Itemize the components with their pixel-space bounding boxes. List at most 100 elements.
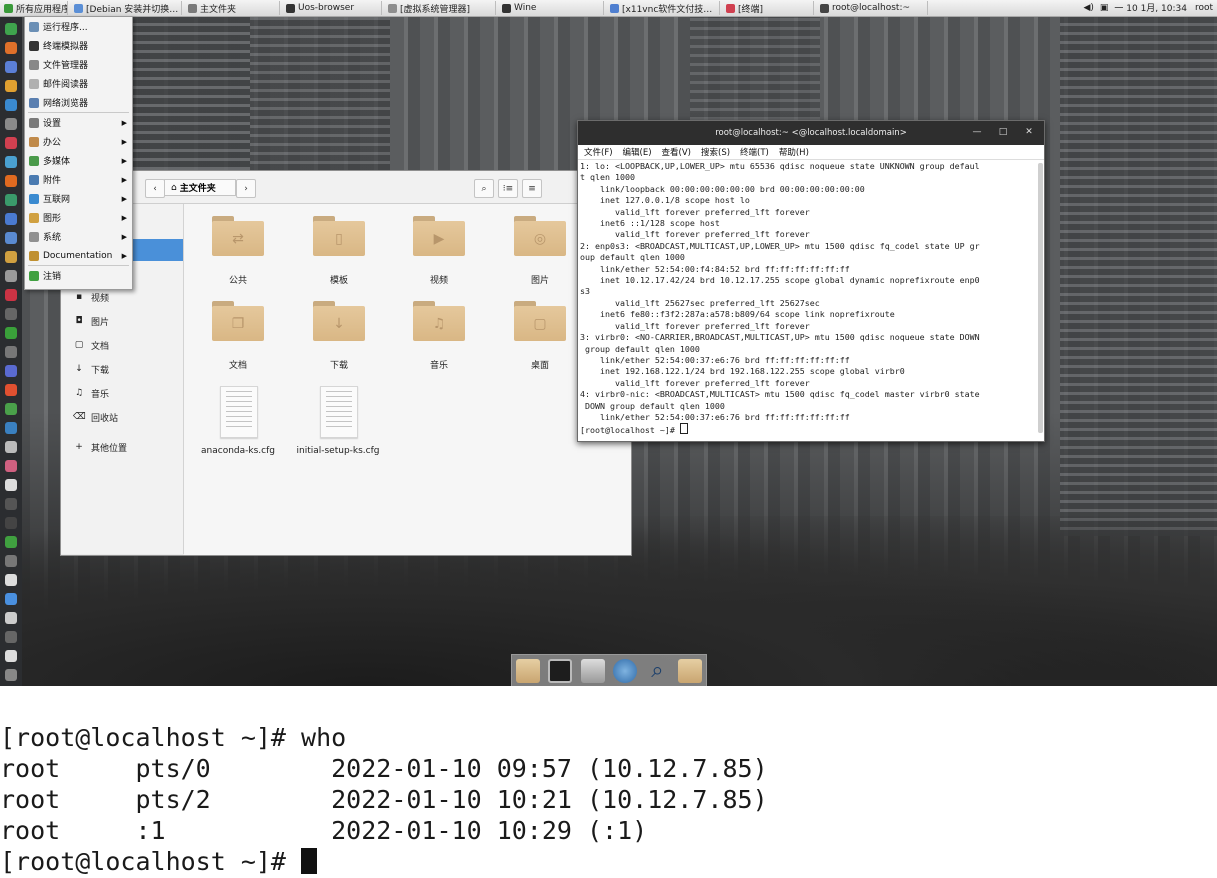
dock-app-icon[interactable]: [5, 612, 17, 624]
taskbar-item[interactable]: [虚拟系统管理器]: [384, 1, 496, 15]
folder-icon[interactable]: ◎: [514, 216, 566, 256]
dock-app-icon[interactable]: [5, 555, 17, 567]
dock-app-icon[interactable]: [5, 498, 17, 510]
dock-app-icon[interactable]: [5, 80, 17, 92]
app-menu-item[interactable]: 注销: [25, 266, 132, 285]
dock-app-icon[interactable]: [5, 441, 17, 453]
battery-icon[interactable]: ▣: [1100, 3, 1109, 13]
dock-app-icon[interactable]: [5, 403, 17, 415]
folder-icon[interactable]: ▶: [413, 216, 465, 256]
folder-icon[interactable]: ▯: [313, 216, 365, 256]
app-menu-item[interactable]: 互联网 ▶: [25, 189, 132, 208]
folder-label[interactable]: 公共: [188, 273, 288, 286]
dock-app-icon[interactable]: [5, 156, 17, 168]
sidebar-item[interactable]: ◘ 图片: [61, 309, 183, 333]
dock-app-icon[interactable]: [5, 365, 17, 377]
file-icon[interactable]: [220, 386, 258, 438]
dock-app-icon[interactable]: [5, 574, 17, 586]
folder-label[interactable]: 文档: [188, 358, 288, 371]
dock-app-icon[interactable]: [5, 194, 17, 206]
dock-app-icon[interactable]: [5, 346, 17, 358]
terminal-menu-item[interactable]: 搜索(S): [701, 146, 730, 158]
dock-app-icon[interactable]: [5, 61, 17, 73]
dock-app-icon[interactable]: [5, 175, 17, 187]
dock-app-icon[interactable]: [5, 327, 17, 339]
terminal-menu-item[interactable]: 文件(F): [584, 146, 613, 158]
dock-app-icon[interactable]: [5, 137, 17, 149]
app-menu-item[interactable]: 图形 ▶: [25, 208, 132, 227]
dock-app-icon[interactable]: [5, 669, 17, 681]
dock-app-icon[interactable]: [5, 23, 17, 35]
file-icon[interactable]: [320, 386, 358, 438]
dock-app-icon[interactable]: [5, 308, 17, 320]
app-menu-item[interactable]: Documentation ▶: [25, 246, 132, 265]
web-browser-icon[interactable]: [613, 659, 638, 683]
dock-app-icon[interactable]: [5, 270, 17, 282]
app-menu-item[interactable]: 办公 ▶: [25, 132, 132, 151]
search-icon[interactable]: ⌕: [645, 659, 669, 683]
folder-label[interactable]: 图片: [490, 273, 590, 286]
folder-label[interactable]: 桌面: [490, 358, 590, 371]
taskbar-item[interactable]: Wine: [498, 1, 604, 15]
taskbar-item[interactable]: 主文件夹: [184, 1, 280, 15]
file-label[interactable]: initial-setup-ks.cfg: [288, 446, 388, 456]
app-menu-item[interactable]: 网络浏览器: [25, 93, 132, 112]
minimize-icon[interactable]: —: [970, 125, 984, 139]
dock-app-icon[interactable]: [5, 460, 17, 472]
view-toggle-button[interactable]: ⁝≡: [498, 179, 518, 198]
app-menu-item[interactable]: 文件管理器: [25, 55, 132, 74]
terminal-titlebar[interactable]: root@localhost:~ <@localhost.localdomain…: [578, 121, 1044, 145]
dock-app-icon[interactable]: [5, 213, 17, 225]
dock-app-icon[interactable]: [5, 99, 17, 111]
search-button[interactable]: ⌕: [474, 179, 494, 198]
dock-app-icon[interactable]: [5, 232, 17, 244]
app-menu-item[interactable]: 邮件阅读器: [25, 74, 132, 93]
terminal-menu-item[interactable]: 查看(V): [662, 146, 691, 158]
folder-icon[interactable]: ♫: [413, 301, 465, 341]
app-menu-item[interactable]: 终端模拟器: [25, 36, 132, 55]
sidebar-item[interactable]: ↓ 下载: [61, 357, 183, 381]
app-menu-item[interactable]: 系统 ▶: [25, 227, 132, 246]
app-menu-item[interactable]: 附件 ▶: [25, 170, 132, 189]
terminal-icon[interactable]: [548, 659, 573, 683]
dock-app-icon[interactable]: [5, 118, 17, 130]
taskbar-item[interactable]: root@localhost:~: [816, 1, 928, 15]
dock-app-icon[interactable]: [5, 479, 17, 491]
file-label[interactable]: anaconda-ks.cfg: [188, 446, 288, 456]
dock-app-icon[interactable]: [5, 631, 17, 643]
dock-app-icon[interactable]: [5, 251, 17, 263]
folder-label[interactable]: 下载: [289, 358, 389, 371]
terminal-menu-item[interactable]: 终端(T): [740, 146, 769, 158]
folder-label[interactable]: 音乐: [389, 358, 489, 371]
dock-app-icon[interactable]: [5, 42, 17, 54]
folder-label[interactable]: 视频: [389, 273, 489, 286]
breadcrumb[interactable]: ⌂ 主文件夹: [164, 179, 236, 196]
dock-app-icon[interactable]: [5, 593, 17, 605]
dock-app-icon[interactable]: [5, 422, 17, 434]
terminal-scrollbar[interactable]: [1038, 163, 1043, 433]
dock-app-icon[interactable]: [5, 289, 17, 301]
app-menu-item[interactable]: 运行程序...: [25, 17, 132, 36]
folder-icon[interactable]: ↓: [313, 301, 365, 341]
terminal-output[interactable]: 1: lo: <LOOPBACK,UP,LOWER_UP> mtu 65536 …: [580, 161, 1036, 439]
volume-icon[interactable]: ◀): [1083, 3, 1093, 13]
terminal-menu-item[interactable]: 编辑(E): [623, 146, 652, 158]
close-icon[interactable]: ✕: [1022, 125, 1036, 139]
file-manager-icon[interactable]: [580, 659, 605, 683]
folder-icon[interactable]: ⇄: [212, 216, 264, 256]
app-menu-item[interactable]: 设置 ▶: [25, 113, 132, 132]
taskbar-item[interactable]: [x11vnc软件文付技…: [606, 1, 720, 15]
sidebar-item[interactable]: + 其他位置: [61, 435, 183, 459]
user-label[interactable]: root: [1195, 3, 1213, 13]
terminal-menu-item[interactable]: 帮助(H): [779, 146, 809, 158]
sidebar-item[interactable]: ♫ 音乐: [61, 381, 183, 405]
dock-app-icon[interactable]: [5, 536, 17, 548]
dock-app-icon[interactable]: [5, 384, 17, 396]
forward-button[interactable]: ›: [236, 179, 256, 198]
back-button[interactable]: ‹: [145, 179, 165, 198]
folder-icon[interactable]: ❐: [212, 301, 264, 341]
menu-button[interactable]: ≡: [522, 179, 542, 198]
clock[interactable]: 一 10 1月, 10:34: [1114, 1, 1187, 14]
taskbar-item[interactable]: [终端]: [722, 1, 814, 15]
dock-app-icon[interactable]: [5, 517, 17, 529]
